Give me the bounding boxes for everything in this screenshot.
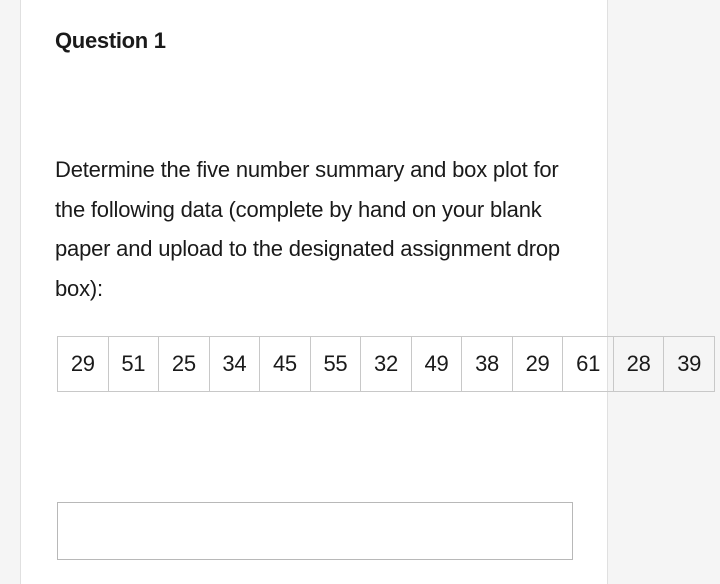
data-cell: 34 [209, 337, 260, 392]
question-prompt: Determine the five number summary and bo… [55, 150, 573, 308]
question-card: Question 1 Determine the five number sum… [20, 0, 608, 584]
data-cell: 29 [512, 337, 563, 392]
data-cell: 25 [159, 337, 210, 392]
data-cell: 39 [664, 337, 715, 392]
data-cell: 38 [462, 337, 513, 392]
table-row: 29512534455532493829612839 [58, 337, 715, 392]
data-cell: 61 [563, 337, 614, 392]
data-cell: 51 [108, 337, 159, 392]
data-cell: 45 [260, 337, 311, 392]
answer-input[interactable] [57, 502, 573, 560]
data-cell: 29 [58, 337, 109, 392]
data-cell: 32 [361, 337, 412, 392]
data-table: 29512534455532493829612839 [57, 336, 715, 392]
question-title: Question 1 [55, 28, 573, 54]
data-cell: 28 [613, 337, 664, 392]
data-cell: 55 [310, 337, 361, 392]
data-cell: 49 [411, 337, 462, 392]
